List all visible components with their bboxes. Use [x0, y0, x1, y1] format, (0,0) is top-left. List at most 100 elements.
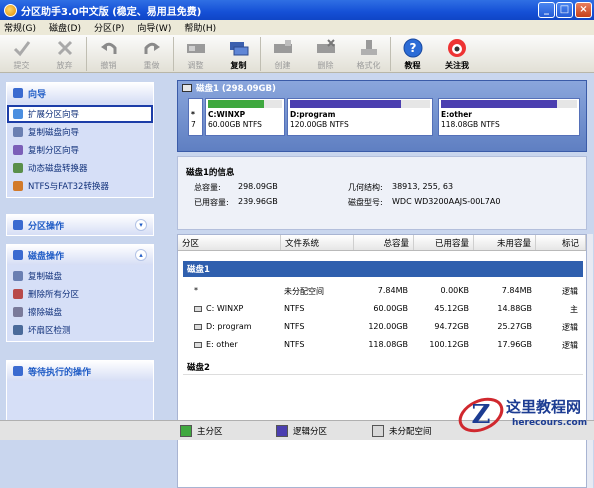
- sidebar-item-wipe-disk[interactable]: 擦除磁盘: [7, 303, 153, 321]
- wipe-icon: [13, 307, 23, 317]
- cell-partition: *: [194, 286, 198, 295]
- toolbar: 提交 放弃 撤销 重做 调整 复制 创建 删除 格式化 ? 教程 关注我: [0, 35, 594, 73]
- total-label: 总容量:: [194, 183, 221, 192]
- disk-map[interactable]: 磁盘1 (298.09GB) * 7 C:WINXP 60.00GB NTFS …: [177, 80, 587, 152]
- disk-map-header: 磁盘1 (298.09GB): [178, 81, 586, 95]
- geometry-label: 几何结构:: [348, 183, 383, 192]
- menu-wizard[interactable]: 向导(W): [137, 21, 171, 34]
- segment-name: C:WINXP: [208, 110, 246, 119]
- copy-disk-icon: [13, 127, 23, 137]
- disk-ops-title: 磁盘操作: [28, 251, 65, 262]
- segment-c[interactable]: C:WINXP 60.00GB NTFS: [205, 98, 285, 136]
- cell-used: 100.12GB: [429, 340, 469, 349]
- used-label: 已用容量:: [194, 198, 229, 207]
- segment-usage-bar: [290, 100, 430, 108]
- discard-label: 放弃: [56, 61, 73, 70]
- delete-icon: [13, 289, 23, 299]
- tutorial-button[interactable]: ? 教程: [391, 35, 434, 73]
- disk-ops-header[interactable]: 磁盘操作 ▴: [7, 245, 153, 265]
- create-label: 创建: [274, 61, 291, 70]
- delete-label: 删除: [317, 61, 334, 70]
- segment-d[interactable]: D:program 120.00GB NTFS: [287, 98, 433, 136]
- disk-icon: [182, 84, 192, 92]
- sidebar-item-dynamic-disk[interactable]: 动态磁盘转换器: [7, 159, 153, 177]
- menu-disk[interactable]: 磁盘(D): [49, 21, 81, 34]
- col-free[interactable]: 未用容量: [474, 235, 536, 250]
- undo-button[interactable]: 撤销: [87, 35, 130, 73]
- maximize-button[interactable]: □: [556, 2, 573, 18]
- sidebar-item-label: 复制分区向导: [28, 146, 80, 156]
- wizard-panel: 向导 扩展分区向导 复制磁盘向导 复制分区向导 动态磁盘转换器 NTFS与FAT…: [6, 82, 154, 198]
- col-partition[interactable]: 分区: [178, 235, 281, 250]
- table-scrollbar[interactable]: [587, 234, 593, 488]
- partition-table: 分区 文件系统 总容量 已用容量 未用容量 标记 磁盘1 * 未分配空间 7.8…: [177, 234, 587, 488]
- cell-flag: 主: [570, 305, 578, 314]
- sidebar-item-ntfs-fat32[interactable]: NTFS与FAT32转换器: [7, 177, 153, 195]
- table-row[interactable]: * 未分配空间 7.84MB 0.00KB 7.84MB 逻辑: [178, 285, 584, 299]
- partition-ops-header[interactable]: 分区操作 ▾: [7, 215, 153, 235]
- group-disk2[interactable]: 磁盘2: [183, 359, 583, 375]
- minimize-button[interactable]: _: [538, 2, 555, 18]
- col-total[interactable]: 总容量: [354, 235, 414, 250]
- sidebar-item-copy-partition-wizard[interactable]: 复制分区向导: [7, 141, 153, 159]
- col-flag[interactable]: 标记: [536, 235, 586, 250]
- sidebar-item-copy-disk-wizard[interactable]: 复制磁盘向导: [7, 123, 153, 141]
- cell-total: 118.08GB: [368, 340, 408, 349]
- menu-bar: 常规(G) 磁盘(D) 分区(P) 向导(W) 帮助(H): [0, 20, 594, 35]
- disk-map-title: 磁盘1 (298.09GB): [196, 84, 276, 94]
- menu-partition[interactable]: 分区(P): [94, 21, 124, 34]
- segment-size: 120.00GB NTFS: [290, 120, 349, 129]
- create-button[interactable]: 创建: [261, 35, 304, 73]
- sidebar-item-label: 复制磁盘向导: [28, 128, 80, 138]
- geometry-value: 38913, 255, 63: [392, 182, 454, 191]
- sidebar-item-bad-sector[interactable]: 坏扇区检测: [7, 321, 153, 339]
- x-icon: [55, 38, 75, 58]
- format-icon: [359, 38, 379, 58]
- resize-button[interactable]: 调整: [174, 35, 217, 73]
- commit-label: 提交: [13, 61, 30, 70]
- table-row[interactable]: C: WINXP NTFS 60.00GB 45.12GB 14.88GB 主: [178, 303, 584, 317]
- window-title: 分区助手3.0中文版 (稳定、易用且免费): [21, 6, 202, 18]
- segment-unallocated[interactable]: * 7: [188, 98, 203, 136]
- cell-filesystem: NTFS: [284, 322, 305, 331]
- table-header: 分区 文件系统 总容量 已用容量 未用容量 标记: [178, 235, 586, 251]
- title-bar: 分区助手3.0中文版 (稳定、易用且免费) _ □ ×: [0, 0, 594, 20]
- wizard-panel-icon: [13, 88, 23, 98]
- chevron-up-icon[interactable]: ▴: [135, 249, 147, 261]
- sidebar-item-delete-all[interactable]: 删除所有分区: [7, 285, 153, 303]
- resize-label: 调整: [187, 61, 204, 70]
- copy-button[interactable]: 复制: [217, 35, 260, 73]
- sidebar-item-label: NTFS与FAT32转换器: [28, 182, 109, 192]
- follow-button[interactable]: 关注我: [434, 35, 480, 73]
- partition-ops-title: 分区操作: [28, 221, 65, 232]
- legend-swatch: [372, 424, 384, 437]
- segment-e[interactable]: E:other 118.08GB NTFS: [438, 98, 580, 136]
- group-disk1[interactable]: 磁盘1: [183, 261, 583, 277]
- model-label: 磁盘型号:: [348, 198, 383, 207]
- close-button[interactable]: ×: [575, 2, 592, 18]
- legend-label: 未分配空间: [389, 426, 432, 437]
- menu-help[interactable]: 帮助(H): [184, 21, 216, 34]
- sidebar-item-copy-disk[interactable]: 复制磁盘: [7, 267, 153, 285]
- discard-button[interactable]: 放弃: [43, 35, 86, 73]
- disk-ops-icon: [13, 250, 23, 260]
- sidebar-item-label: 擦除磁盘: [28, 308, 63, 318]
- delete-button[interactable]: 删除: [304, 35, 347, 73]
- col-filesystem[interactable]: 文件系统: [281, 235, 354, 250]
- table-row[interactable]: D: program NTFS 120.00GB 94.72GB 25.27GB…: [178, 321, 584, 335]
- cell-used: 94.72GB: [434, 322, 469, 331]
- chevron-down-icon[interactable]: ▾: [135, 219, 147, 231]
- redo-button[interactable]: 重做: [130, 35, 173, 73]
- pending-icon: [13, 366, 23, 376]
- menu-general[interactable]: 常规(G): [4, 21, 36, 34]
- commit-button[interactable]: 提交: [0, 35, 43, 73]
- cell-free: 25.27GB: [497, 322, 532, 331]
- wizard-panel-header[interactable]: 向导: [7, 83, 153, 103]
- tutorial-label: 教程: [404, 61, 421, 70]
- sidebar-item-extend-wizard[interactable]: 扩展分区向导: [7, 105, 153, 123]
- col-used[interactable]: 已用容量: [414, 235, 474, 250]
- table-row[interactable]: E: other NTFS 118.08GB 100.12GB 17.96GB …: [178, 339, 584, 353]
- format-button[interactable]: 格式化: [347, 35, 390, 73]
- partition-ops-panel: 分区操作 ▾: [6, 214, 154, 236]
- cell-flag: 逻辑: [562, 323, 578, 332]
